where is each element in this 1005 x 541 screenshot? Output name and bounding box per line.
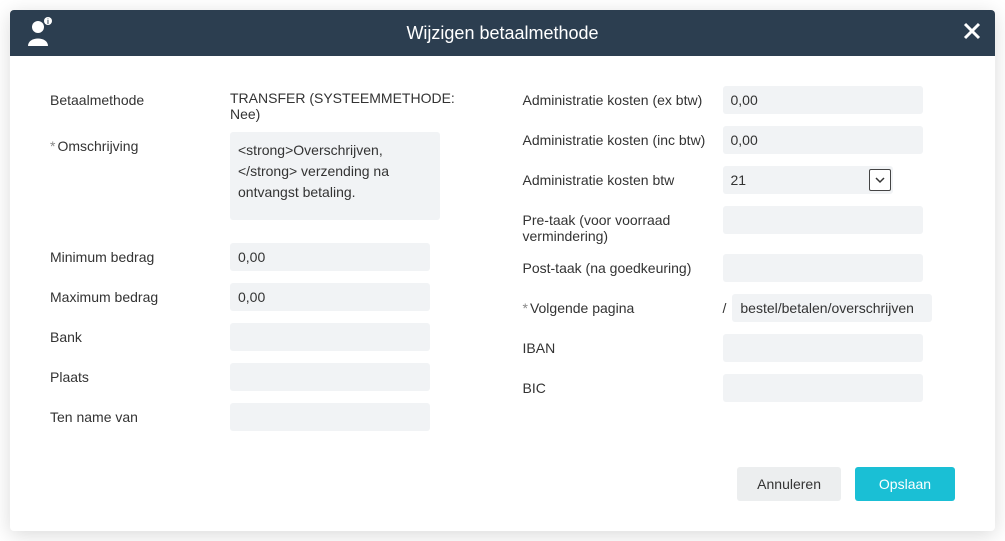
- label-plaats: Plaats: [50, 363, 230, 385]
- label-betaalmethode: Betaalmethode: [50, 86, 230, 108]
- left-column: Betaalmethode TRANSFER (SYSTEEMMETHODE: …: [50, 86, 483, 443]
- label-omschrijving: *Omschrijving: [50, 132, 230, 154]
- user-icon: i: [26, 16, 56, 48]
- nextpage-input[interactable]: [732, 294, 932, 322]
- admin-btw-select[interactable]: [723, 166, 893, 194]
- label-admin-inc: Administratie kosten (inc btw): [523, 126, 723, 148]
- label-tnv: Ten name van: [50, 403, 230, 425]
- max-bedrag-input[interactable]: [230, 283, 430, 311]
- save-button[interactable]: Opslaan: [855, 467, 955, 501]
- plaats-input[interactable]: [230, 363, 430, 391]
- omschrijving-textarea[interactable]: [230, 132, 440, 220]
- tnv-input[interactable]: [230, 403, 430, 431]
- chevron-down-icon[interactable]: [869, 169, 891, 191]
- label-max-bedrag: Maximum bedrag: [50, 283, 230, 305]
- edit-payment-method-dialog: i Wijzigen betaalmethode Betaalmethode T…: [10, 10, 995, 531]
- dialog-title: Wijzigen betaalmethode: [26, 23, 979, 44]
- label-pretask: Pre-taak (voor voorraad vermindering): [523, 206, 723, 244]
- admin-inc-input[interactable]: [723, 126, 923, 154]
- dialog-footer: Annuleren Opslaan: [10, 463, 995, 531]
- cancel-button[interactable]: Annuleren: [737, 467, 841, 501]
- admin-ex-input[interactable]: [723, 86, 923, 114]
- label-bank: Bank: [50, 323, 230, 345]
- admin-btw-value[interactable]: [723, 166, 893, 194]
- label-admin-ex: Administratie kosten (ex btw): [523, 86, 723, 108]
- pretask-input[interactable]: [723, 206, 923, 234]
- svg-text:i: i: [47, 19, 49, 26]
- label-posttask: Post-taak (na goedkeuring): [523, 254, 723, 276]
- dialog-body: Betaalmethode TRANSFER (SYSTEEMMETHODE: …: [10, 56, 995, 463]
- posttask-input[interactable]: [723, 254, 923, 282]
- label-min-bedrag: Minimum bedrag: [50, 243, 230, 265]
- label-nextpage: *Volgende pagina: [523, 294, 723, 316]
- right-column: Administratie kosten (ex btw) Administra…: [523, 86, 956, 443]
- iban-input[interactable]: [723, 334, 923, 362]
- min-bedrag-input[interactable]: [230, 243, 430, 271]
- label-bic: BIC: [523, 374, 723, 396]
- nextpage-prefix: /: [723, 300, 727, 316]
- bank-input[interactable]: [230, 323, 430, 351]
- value-betaalmethode: TRANSFER (SYSTEEMMETHODE: Nee): [230, 86, 483, 122]
- close-icon[interactable]: [963, 20, 981, 46]
- bic-input[interactable]: [723, 374, 923, 402]
- label-admin-btw: Administratie kosten btw: [523, 166, 723, 188]
- label-iban: IBAN: [523, 334, 723, 356]
- dialog-header: i Wijzigen betaalmethode: [10, 10, 995, 56]
